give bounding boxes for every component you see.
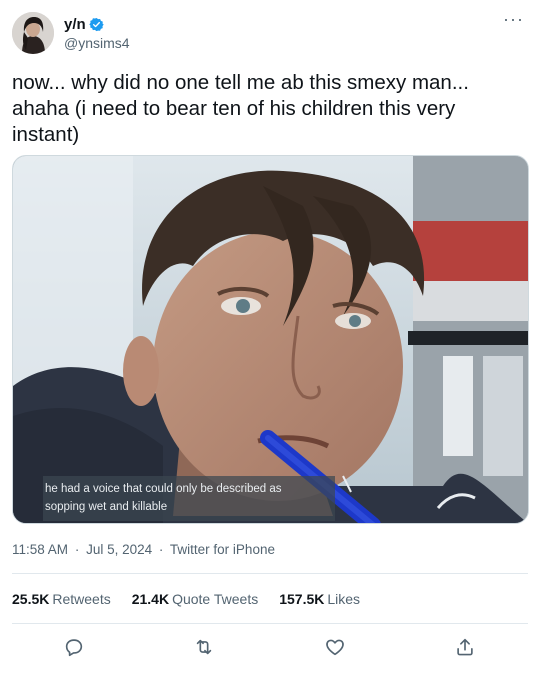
reply-icon[interactable] xyxy=(63,636,87,660)
retweet-icon[interactable] xyxy=(193,636,217,660)
caption-line: sopping wet and killable xyxy=(45,501,168,513)
tweet-media-image[interactable]: he had a voice that could only be descri… xyxy=(12,155,529,524)
retweets-count: 25.5K xyxy=(12,591,50,607)
meta-separator: · xyxy=(74,542,80,557)
likes-label: Likes xyxy=(327,591,361,607)
user-names: y/n @ynsims4 xyxy=(64,15,130,52)
display-name[interactable]: y/n xyxy=(64,16,86,33)
tweet-time[interactable]: 11:58 AM xyxy=(12,542,68,557)
quote-tweets-label: Quote Tweets xyxy=(172,591,259,607)
likes-stat[interactable]: 157.5K Likes xyxy=(279,591,360,607)
quote-tweets-count: 21.4K xyxy=(131,591,170,607)
tweet-source[interactable]: Twitter for iPhone xyxy=(170,542,275,557)
image-caption: he had a voice that could only be descri… xyxy=(43,476,335,521)
retweets-label: Retweets xyxy=(52,591,111,607)
tweet-date[interactable]: Jul 5, 2024 xyxy=(86,542,152,557)
like-icon[interactable] xyxy=(324,636,348,660)
tweet-stats: 25.5K Retweets 21.4K Quote Tweets 157.5K Li… xyxy=(12,591,381,607)
likes-count: 157.5K xyxy=(279,591,325,607)
tweet-text: now... why did no one tell me ab this sm… xyxy=(12,71,469,146)
divider xyxy=(12,573,528,574)
share-icon[interactable] xyxy=(454,636,478,660)
divider xyxy=(12,623,528,624)
meta-separator: · xyxy=(158,542,164,557)
tweet-actions xyxy=(0,632,540,664)
more-icon[interactable]: ··· xyxy=(503,10,524,28)
avatar[interactable] xyxy=(12,12,54,54)
user-handle[interactable]: @ynsims4 xyxy=(64,35,130,51)
quote-tweets-stat[interactable]: 21.4K Quote Tweets xyxy=(132,591,259,607)
caption-line: he had a voice that could only be descri… xyxy=(45,483,282,495)
tweet-header: y/n @ynsims4 ··· xyxy=(12,10,528,56)
retweets-stat[interactable]: 25.5K Retweets xyxy=(12,591,111,607)
tweet-meta: 11:58 AM · Jul 5, 2024 · Twitter for iPh… xyxy=(12,542,275,557)
verified-badge-icon xyxy=(89,17,104,32)
